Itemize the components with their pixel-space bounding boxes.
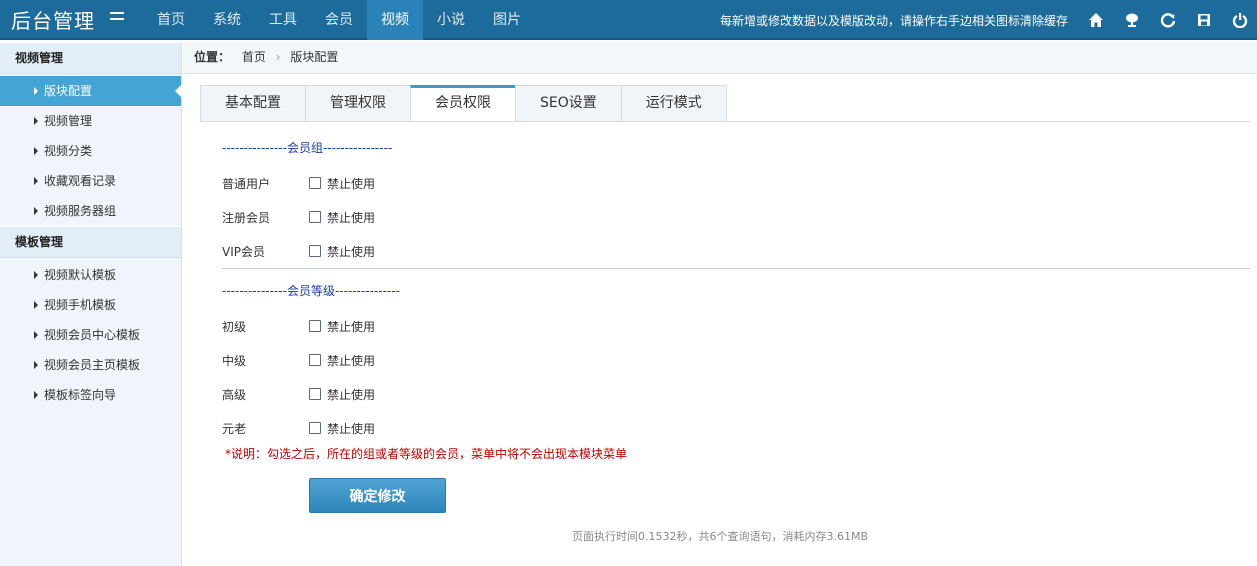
- checkbox-label: 禁止使用: [327, 210, 376, 225]
- tab-basic-config[interactable]: 基本配置: [200, 85, 305, 122]
- caret-right-icon: [34, 271, 38, 279]
- disable-checkbox[interactable]: [309, 245, 321, 257]
- breadcrumb-home[interactable]: 首页: [242, 50, 266, 64]
- nav-item-novel[interactable]: 小说: [423, 0, 479, 40]
- sidebar-item-video-manage[interactable]: 视频管理: [0, 106, 181, 136]
- row-label: 初级: [222, 319, 247, 334]
- power-icon[interactable]: [1222, 10, 1257, 30]
- top-toolbar: [1078, 10, 1257, 30]
- caret-right-icon: [34, 117, 38, 125]
- checkbox-label: 禁止使用: [327, 421, 376, 436]
- sidebar-item-member-home-template[interactable]: 视频会员主页模板: [0, 350, 181, 380]
- disable-checkbox[interactable]: [309, 211, 321, 223]
- main-nav: 首页 系统 工具 会员 视频 小说 图片: [143, 0, 535, 40]
- row-label: 中级: [222, 353, 247, 368]
- disable-checkbox[interactable]: [309, 388, 321, 400]
- member-level-heading: ---------------会员等级---------------: [222, 284, 400, 298]
- confirm-button[interactable]: 确定修改: [309, 478, 446, 513]
- caret-right-icon: [34, 391, 38, 399]
- permission-row: 注册会员 禁止使用: [222, 207, 375, 227]
- settings-tabs: 基本配置 管理权限 会员权限 SEO设置 运行模式: [200, 85, 727, 122]
- checkbox-label: 禁止使用: [327, 353, 376, 368]
- permission-row: 高级 禁止使用: [222, 384, 375, 404]
- row-label: VIP会员: [222, 244, 265, 259]
- sidebar-item-favorites[interactable]: 收藏观看记录: [0, 166, 181, 196]
- caret-right-icon: [34, 207, 38, 215]
- checkbox-label: 禁止使用: [327, 319, 376, 334]
- save-icon[interactable]: [1186, 10, 1222, 30]
- row-label: 普通用户: [222, 176, 271, 191]
- caret-right-icon: [34, 361, 38, 369]
- permission-row: 普通用户 禁止使用: [222, 173, 375, 193]
- permission-row: VIP会员 禁止使用: [222, 241, 375, 261]
- permission-row: 初级 禁止使用: [222, 316, 375, 336]
- permission-row: 元老 禁止使用: [222, 418, 375, 438]
- checkbox-label: 禁止使用: [327, 244, 376, 259]
- member-group-heading: ---------------会员组----------------: [222, 141, 393, 155]
- tab-admin-permissions[interactable]: 管理权限: [305, 85, 410, 122]
- home-icon[interactable]: [1078, 10, 1114, 30]
- tabs-divider: [200, 121, 1250, 122]
- sidebar-item-server-group[interactable]: 视频服务器组: [0, 196, 181, 226]
- sidebar-group-templates: 模板管理: [0, 226, 181, 258]
- top-bar: 后台管理 首页 系统 工具 会员 视频 小说 图片 每新增或修改数据以及模版改动…: [0, 0, 1257, 40]
- app-logo: 后台管理: [11, 9, 95, 33]
- nav-item-members[interactable]: 会员: [311, 0, 367, 40]
- help-note: *说明：勾选之后，所在的组或者等级的会员，菜单中将不会出现本模块菜单: [225, 447, 628, 461]
- page-stats-footer: 页面执行时间0.1532秒，共6个查询语句，消耗内存3.61MB: [572, 530, 869, 543]
- network-icon[interactable]: [1114, 10, 1150, 30]
- breadcrumb: 位置： 首页 › 版块配置: [183, 42, 1257, 74]
- breadcrumb-label: 位置：: [194, 50, 231, 64]
- row-label: 元老: [222, 421, 247, 436]
- disable-checkbox[interactable]: [309, 320, 321, 332]
- sidebar-group-video: 视频管理: [0, 42, 181, 74]
- caret-right-icon: [34, 177, 38, 185]
- checkbox-label: 禁止使用: [327, 176, 376, 191]
- caret-right-icon: [34, 147, 38, 155]
- nav-item-images[interactable]: 图片: [479, 0, 535, 40]
- sidebar-item-block-config[interactable]: 版块配置: [0, 76, 182, 106]
- nav-item-video[interactable]: 视频: [367, 0, 423, 40]
- nav-item-home[interactable]: 首页: [143, 0, 199, 40]
- tab-run-mode[interactable]: 运行模式: [620, 85, 727, 122]
- cache-notice: 每新增或修改数据以及模版改动，请操作右手边相关图标清除缓存: [720, 14, 1069, 28]
- caret-right-icon: [34, 331, 38, 339]
- sidebar: 视频管理 版块配置 视频管理 视频分类 收藏观看记录 视频服务器组 模板管理 视…: [0, 42, 182, 566]
- checkbox-label: 禁止使用: [327, 387, 376, 402]
- sidebar-item-member-center-template[interactable]: 视频会员中心模板: [0, 320, 181, 350]
- sidebar-item-video-category[interactable]: 视频分类: [0, 136, 181, 166]
- breadcrumb-separator-icon: ›: [275, 50, 281, 64]
- nav-item-tools[interactable]: 工具: [255, 0, 311, 40]
- disable-checkbox[interactable]: [309, 177, 321, 189]
- caret-right-icon: [34, 87, 38, 95]
- row-label: 高级: [222, 387, 247, 402]
- tab-seo-settings[interactable]: SEO设置: [515, 85, 621, 122]
- sidebar-item-default-template[interactable]: 视频默认模板: [0, 260, 181, 290]
- tab-member-permissions[interactable]: 会员权限: [410, 85, 515, 122]
- nav-item-system[interactable]: 系统: [199, 0, 255, 40]
- menu-toggle-icon[interactable]: [110, 12, 124, 24]
- permission-row: 中级 禁止使用: [222, 350, 375, 370]
- caret-right-icon: [34, 301, 38, 309]
- refresh-icon[interactable]: [1150, 10, 1186, 30]
- section-divider: [222, 268, 1250, 269]
- sidebar-item-tag-guide[interactable]: 模板标签向导: [0, 380, 181, 410]
- disable-checkbox[interactable]: [309, 422, 321, 434]
- disable-checkbox[interactable]: [309, 354, 321, 366]
- sidebar-item-mobile-template[interactable]: 视频手机模板: [0, 290, 181, 320]
- row-label: 注册会员: [222, 210, 271, 225]
- breadcrumb-current: 版块配置: [290, 50, 339, 64]
